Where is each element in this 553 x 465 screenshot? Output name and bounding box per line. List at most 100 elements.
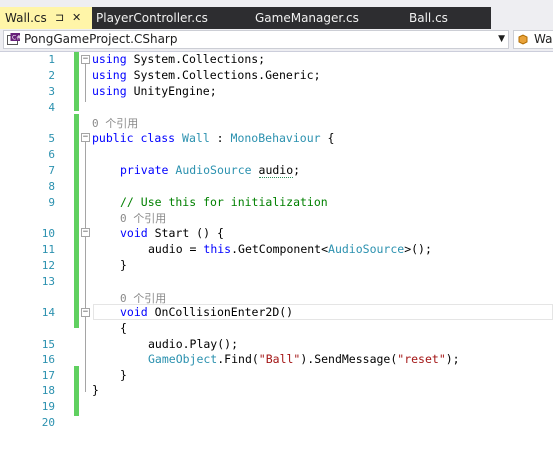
- code-comment: // Use this for initialization: [120, 195, 328, 209]
- member-name: Wa: [534, 32, 553, 46]
- keyword: using: [92, 84, 127, 98]
- line-number: 20: [41, 416, 55, 429]
- tab-label: GameManager.cs: [255, 11, 359, 25]
- line-number: 11: [41, 243, 55, 256]
- fold-line: [85, 237, 86, 271]
- keyword: void: [120, 305, 148, 319]
- collapse-icon[interactable]: −: [81, 308, 90, 317]
- collapse-icon[interactable]: −: [81, 228, 90, 237]
- line-number: 1: [48, 53, 55, 66]
- line-number: 8: [48, 180, 55, 193]
- type-name: AudioSource: [328, 242, 405, 256]
- class-name: Wall: [182, 131, 210, 145]
- tab-ball-cs[interactable]: Ball.cs: [409, 7, 448, 29]
- call: .Find(: [217, 352, 259, 366]
- call: .GetComponent<: [231, 242, 329, 256]
- line-number: 2: [48, 69, 55, 82]
- pin-tab-icon[interactable]: ⊐: [55, 7, 64, 29]
- keyword: using: [92, 52, 127, 66]
- keyword: private: [120, 163, 169, 177]
- method-signature: OnCollisionEnter2D(): [147, 305, 294, 319]
- project-dropdown[interactable]: C# PongGameProject.CSharp ▼: [3, 30, 509, 49]
- code-line-18: }: [120, 368, 127, 382]
- line-number: 13: [41, 275, 55, 288]
- fold-line: [85, 317, 86, 382]
- project-name: PongGameProject.CSharp: [24, 32, 178, 46]
- line-number: 17: [41, 369, 55, 382]
- svg-text:C#: C#: [12, 35, 20, 42]
- call: ).SendMessage(: [300, 352, 398, 366]
- type-name: GameObject: [148, 352, 218, 366]
- tab-label: PlayerController.cs: [96, 11, 208, 25]
- code-line-3: using UnityEngine;: [92, 84, 217, 98]
- keyword: using: [92, 68, 127, 82]
- codelens-references[interactable]: 0 个引用: [120, 210, 166, 226]
- code-line-10: void Start () {: [120, 226, 224, 240]
- call-end: >();: [404, 242, 432, 256]
- class-icon: [518, 34, 528, 45]
- tab-label: Ball.cs: [409, 11, 448, 25]
- keyword: public: [92, 131, 134, 145]
- line-number: 19: [41, 400, 55, 413]
- collapse-icon[interactable]: −: [81, 133, 90, 142]
- keyword: class: [140, 131, 176, 145]
- line-number: 5: [48, 132, 55, 145]
- line-number: 4: [48, 101, 55, 114]
- type-name: AudioSource: [175, 163, 252, 177]
- code-editor[interactable]: − − − − 1 2 3 4 5 6 7 8 9 10 11 12 13 14…: [0, 52, 553, 465]
- document-tab-bar: Wall.cs ⊐ ✕ PlayerController.cs GameMana…: [0, 0, 553, 29]
- line-number: 3: [48, 85, 55, 98]
- collapse-icon[interactable]: −: [81, 55, 90, 64]
- code-line-15: {: [120, 321, 127, 335]
- line-number: 7: [48, 164, 55, 177]
- code-line-5: public class Wall : MonoBehaviour {: [92, 131, 334, 145]
- csharp-project-icon: C#: [7, 33, 20, 45]
- tab-label: Wall.cs: [5, 11, 47, 25]
- brace: {: [320, 131, 335, 145]
- call-end: );: [445, 352, 460, 366]
- change-indicator: [74, 52, 79, 111]
- colon: :: [209, 131, 231, 145]
- codelens-references[interactable]: 0 个引用: [120, 290, 166, 306]
- fold-line: [85, 64, 86, 102]
- assignment: audio =: [148, 242, 204, 256]
- change-indicator: [74, 114, 79, 328]
- line-number: 12: [41, 259, 55, 272]
- close-tab-icon[interactable]: ✕: [72, 7, 81, 29]
- keyword: this: [203, 242, 232, 256]
- line-number: 16: [41, 353, 55, 366]
- method-signature: Start () {: [147, 226, 224, 240]
- code-line-7: private AudioSource audio;: [120, 163, 301, 178]
- string-literal: "reset": [397, 352, 446, 366]
- code-line-14: void OnCollisionEnter2D(): [120, 305, 293, 319]
- semicolon: ;: [293, 163, 301, 177]
- code-line-12: }: [120, 258, 127, 272]
- namespace: UnityEngine;: [133, 84, 217, 98]
- line-number: 14: [41, 306, 55, 319]
- keyword: void: [120, 226, 148, 240]
- code-line-17: GameObject.Find("Ball").SendMessage("res…: [148, 352, 460, 366]
- string-literal: "Ball": [258, 352, 301, 366]
- base-class: MonoBehaviour: [230, 131, 321, 145]
- tab-playercontroller-cs[interactable]: PlayerController.cs: [96, 7, 208, 29]
- chevron-down-icon: ▼: [498, 34, 505, 44]
- line-number: 6: [48, 148, 55, 161]
- line-number: 15: [41, 338, 55, 351]
- code-line-2: using System.Collections.Generic;: [92, 68, 321, 82]
- change-indicator: [74, 366, 79, 416]
- code-line-11: audio = this.GetComponent<AudioSource>()…: [148, 242, 432, 256]
- code-line-16: audio.Play();: [148, 337, 239, 351]
- tab-wall-cs[interactable]: Wall.cs ⊐ ✕: [0, 7, 92, 29]
- tab-gamemanager-cs[interactable]: GameManager.cs: [255, 7, 359, 29]
- line-number: 18: [41, 384, 55, 397]
- namespace: System.Collections.Generic;: [133, 68, 321, 82]
- codelens-references[interactable]: 0 个引用: [92, 115, 138, 131]
- member-dropdown[interactable]: Wa: [513, 30, 553, 49]
- navigation-bar: C# PongGameProject.CSharp ▼ Wa: [0, 29, 553, 52]
- line-number: 10: [41, 227, 55, 240]
- line-number: 9: [48, 196, 55, 209]
- namespace: System.Collections;: [133, 52, 266, 66]
- code-line-1: using System.Collections;: [92, 52, 265, 66]
- code-line-19: }: [92, 383, 99, 397]
- field-name: audio: [258, 163, 294, 178]
